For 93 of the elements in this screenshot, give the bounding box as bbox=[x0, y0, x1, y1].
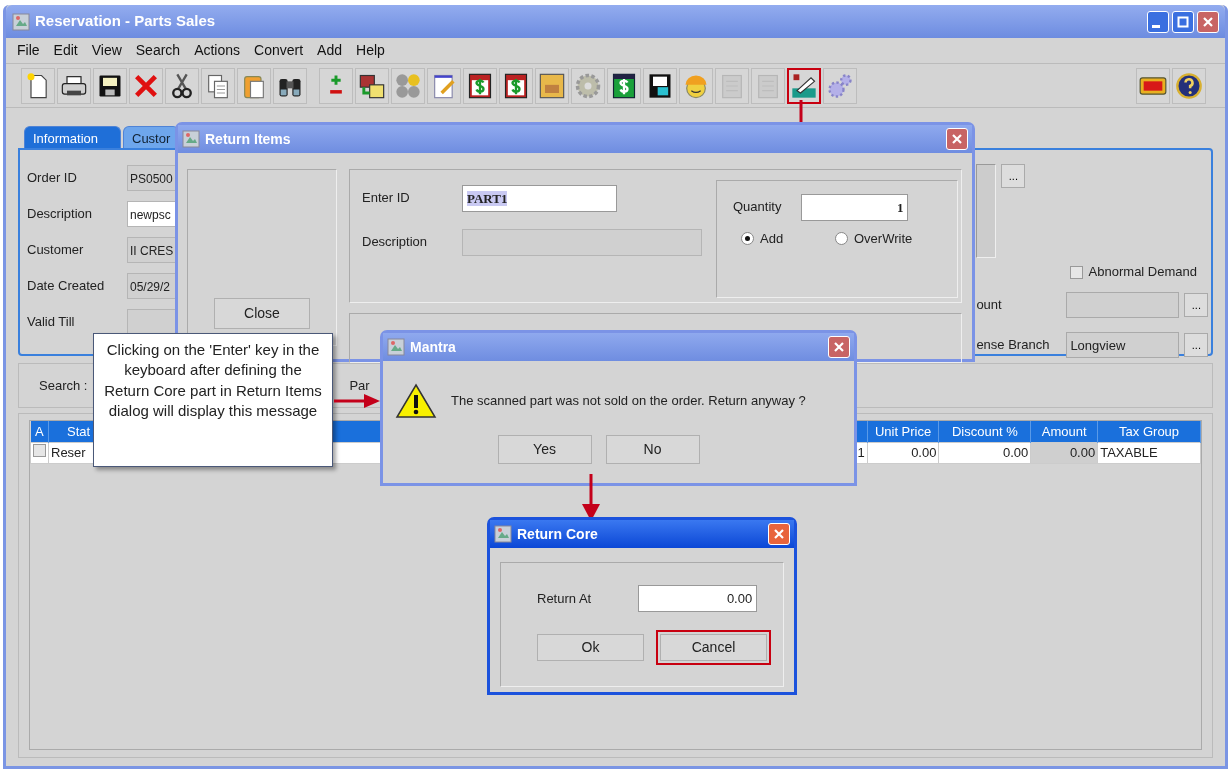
menu-item[interactable]: View bbox=[84, 38, 129, 63]
dialog-button[interactable]: Yes bbox=[497, 435, 592, 464]
close-button[interactable] bbox=[828, 336, 850, 358]
toolbar-button[interactable] bbox=[1172, 67, 1206, 104]
callout-note: Clicking on the 'Enter' key in the keyboard after defining the Return Core part in Return Items dialog will display this message bbox=[93, 333, 333, 467]
column-header[interactable]: A bbox=[30, 421, 49, 442]
scanner-icon bbox=[790, 71, 818, 100]
dialog-button[interactable]: Ok bbox=[537, 634, 644, 661]
field-label: Date Created bbox=[27, 277, 106, 296]
spheres-icon bbox=[394, 71, 422, 100]
maximize-icon bbox=[1177, 15, 1189, 28]
toolbar-button[interactable] bbox=[643, 67, 677, 104]
field-label: Par bbox=[349, 377, 370, 395]
field-label: Quantity bbox=[733, 198, 782, 217]
menu-item[interactable]: Actions bbox=[187, 38, 248, 63]
field-label: Order ID bbox=[27, 169, 78, 188]
tab[interactable]: Information bbox=[24, 126, 121, 148]
dialog-button[interactable]: No bbox=[605, 435, 700, 464]
radio-option[interactable]: Add bbox=[741, 229, 827, 249]
toolbar-button[interactable] bbox=[607, 67, 641, 104]
package-icon bbox=[538, 71, 566, 100]
app-icon bbox=[387, 338, 405, 356]
close-icon bbox=[773, 528, 785, 540]
checkbox[interactable] bbox=[33, 443, 46, 457]
close-button[interactable] bbox=[1197, 10, 1219, 33]
close-button[interactable] bbox=[946, 128, 968, 150]
field-value: PART1 bbox=[467, 190, 508, 206]
menu-item[interactable]: File bbox=[10, 38, 47, 63]
menu-item[interactable]: Search bbox=[128, 38, 188, 63]
close-icon bbox=[833, 341, 845, 353]
dialog-title: Return Core bbox=[517, 524, 598, 544]
app-icon bbox=[494, 525, 512, 543]
dialog-title: Return Items bbox=[205, 129, 291, 149]
browse-button[interactable]: ... bbox=[1184, 333, 1209, 357]
toolbar-button[interactable] bbox=[165, 67, 199, 104]
input-field[interactable]: PART1 bbox=[462, 184, 617, 212]
browse-button[interactable]: ... bbox=[1001, 164, 1026, 188]
field-label: Return At bbox=[537, 589, 592, 608]
warning-icon bbox=[395, 383, 437, 419]
search-label: Search : bbox=[39, 377, 88, 395]
dialog-button[interactable]: Cancel bbox=[660, 634, 767, 661]
column-header[interactable]: Amount bbox=[1030, 421, 1098, 442]
checkbox[interactable] bbox=[1069, 265, 1083, 279]
field-label: Description bbox=[27, 205, 94, 224]
checkbox-label: Abnormal Demand bbox=[1088, 263, 1197, 282]
toolbar-button[interactable] bbox=[787, 67, 821, 104]
table-cell: 0.00 bbox=[1030, 442, 1098, 463]
menu-item[interactable]: Convert bbox=[247, 38, 311, 63]
toolbar-button[interactable] bbox=[273, 67, 307, 104]
field-label: Description bbox=[362, 233, 429, 252]
field-label: Customer bbox=[27, 241, 85, 260]
minimize-button[interactable] bbox=[1147, 10, 1169, 33]
dialog-title: Mantra bbox=[410, 337, 456, 357]
maximize-button[interactable] bbox=[1172, 10, 1194, 33]
input-field[interactable]: 0.00 bbox=[638, 585, 758, 612]
field-label: Enter ID bbox=[362, 189, 411, 208]
table-cell: TAXABLE bbox=[1097, 442, 1201, 463]
close-dialog-button[interactable]: Close bbox=[214, 298, 310, 329]
field-label: ense Branch bbox=[976, 336, 1051, 355]
column-header[interactable]: Tax Group bbox=[1097, 421, 1201, 442]
gear-icon bbox=[574, 71, 602, 100]
input-field[interactable]: 1 bbox=[801, 193, 909, 221]
app-icon bbox=[182, 130, 200, 148]
minimize-icon bbox=[1152, 25, 1160, 28]
radio-option[interactable]: OverWrite bbox=[835, 229, 913, 249]
help-icon bbox=[1175, 71, 1203, 100]
close-icon bbox=[1202, 15, 1214, 28]
column-header[interactable]: Discount % bbox=[938, 421, 1031, 442]
menu-item[interactable]: Add bbox=[310, 38, 349, 63]
app-icon bbox=[12, 12, 30, 31]
column-header[interactable]: Unit Price bbox=[867, 421, 939, 442]
field-label: ount bbox=[976, 296, 1003, 315]
toolbar-button[interactable] bbox=[463, 67, 497, 104]
message-text: The scanned part was not sold on the order. Return anyway ? bbox=[451, 392, 806, 411]
toolbar-button[interactable] bbox=[21, 67, 55, 104]
window-title: Reservation - Parts Sales bbox=[35, 11, 216, 32]
toolbar-button[interactable] bbox=[499, 67, 533, 104]
toolbar-button[interactable] bbox=[57, 67, 91, 104]
pointer-arrow bbox=[334, 394, 380, 408]
input-field: Longview bbox=[1066, 332, 1180, 358]
spreadsheet-icon bbox=[610, 71, 638, 100]
close-icon bbox=[951, 133, 963, 145]
dollar-sign-icon bbox=[466, 71, 494, 100]
close-button[interactable] bbox=[768, 523, 790, 545]
table-cell: 0.00 bbox=[938, 442, 1031, 463]
browse-button[interactable]: ... bbox=[1184, 293, 1209, 317]
field-label: Valid Till bbox=[27, 313, 76, 332]
toolbar-button[interactable] bbox=[93, 67, 127, 104]
dollar-sign-icon bbox=[502, 71, 530, 100]
table-cell: 0.00 bbox=[867, 442, 939, 463]
menu-item[interactable]: Help bbox=[349, 38, 392, 63]
toolbar-button[interactable] bbox=[355, 67, 389, 104]
menu-item[interactable]: Edit bbox=[46, 38, 85, 63]
